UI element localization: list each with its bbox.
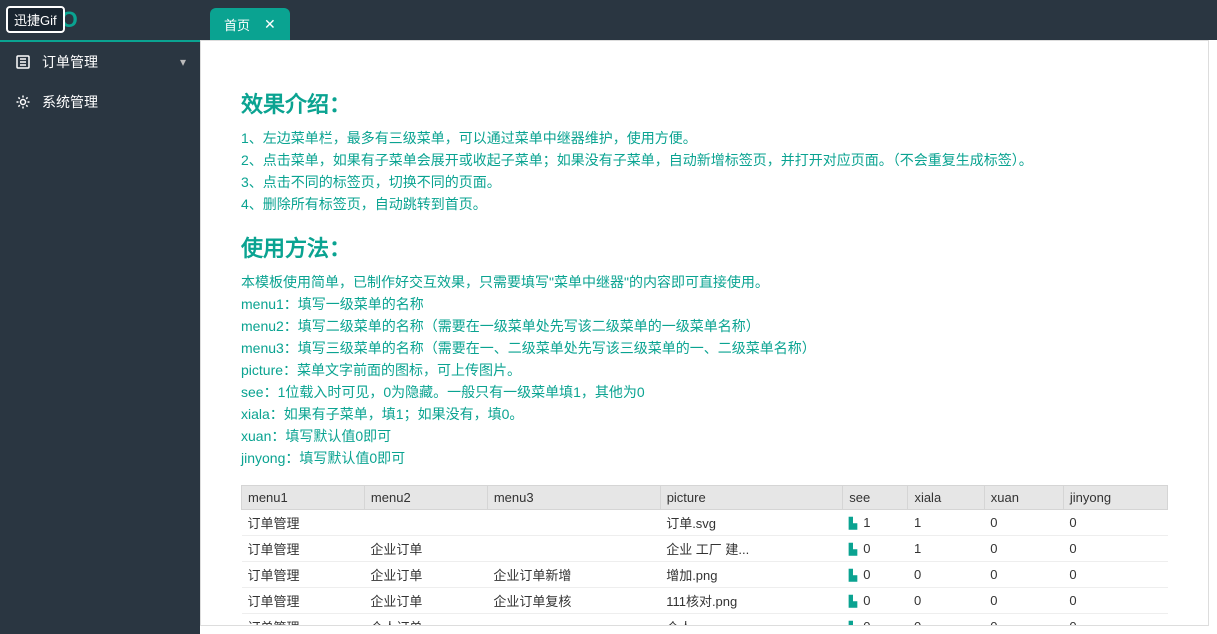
cell-jinyong: 0 <box>1063 562 1167 588</box>
usage-line: see：1位载入时可见，0为隐藏。一般只有一级菜单填1，其他为0 <box>241 381 1168 403</box>
usage-line: 本模板使用简单，已制作好交互效果，只需要填写"菜单中继器"的内容即可直接使用。 <box>241 271 1168 293</box>
menu-config-table: menu1 menu2 menu3 picture see xiala xuan… <box>241 485 1168 626</box>
tab-label: 首页 <box>224 15 250 34</box>
cell-menu3 <box>487 536 660 562</box>
content-area: 效果介绍： 1、左边菜单栏，最多有三级菜单，可以通过菜单中继器维护，使用方便。 … <box>200 40 1209 626</box>
cell-see: ▙0 <box>843 588 908 614</box>
usage-line: jinyong：填写默认值0即可 <box>241 447 1168 469</box>
cell-menu1: 订单管理 <box>242 614 365 627</box>
usage-line: menu2：填写二级菜单的名称（需要在一级菜单处先写该二级菜单的一级菜单名称） <box>241 315 1168 337</box>
effect-lines: 1、左边菜单栏，最多有三级菜单，可以通过菜单中继器维护，使用方便。 2、点击菜单… <box>241 127 1168 215</box>
effect-title: 效果介绍： <box>241 87 1168 119</box>
effect-line: 4、删除所有标签页，自动跳转到首页。 <box>241 193 1168 215</box>
cell-xiala: 0 <box>908 588 984 614</box>
cell-xiala: 1 <box>908 510 984 536</box>
table-row: 订单管理企业订单企业 工厂 建...▙0100 <box>242 536 1168 562</box>
topbar: LOGO 首页 ✕ <box>0 0 1217 40</box>
table-row: 订单管理企业订单企业订单复核111核对.png▙0000 <box>242 588 1168 614</box>
tab-home[interactable]: 首页 ✕ <box>210 8 290 40</box>
usage-lines: 本模板使用简单，已制作好交互效果，只需要填写"菜单中继器"的内容即可直接使用。 … <box>241 271 1168 469</box>
image-icon: ▙ <box>849 595 857 608</box>
cell-menu3 <box>487 614 660 627</box>
th-menu3: menu3 <box>487 486 660 510</box>
cell-jinyong: 0 <box>1063 536 1167 562</box>
cell-menu1: 订单管理 <box>242 510 365 536</box>
usage-line: xiala：如果有子菜单，填1；如果没有，填0。 <box>241 403 1168 425</box>
cell-menu1: 订单管理 <box>242 588 365 614</box>
sidebar-item-system[interactable]: 系统管理 <box>0 82 200 122</box>
gear-icon <box>14 93 32 111</box>
usage-line: picture：菜单文字前面的图标，可上传图片。 <box>241 359 1168 381</box>
cell-jinyong: 0 <box>1063 614 1167 627</box>
image-icon: ▙ <box>849 621 857 626</box>
usage-title: 使用方法： <box>241 231 1168 263</box>
table-row: 订单管理订单.svg▙1100 <box>242 510 1168 536</box>
cell-picture: 订单.svg <box>660 510 843 536</box>
cell-picture: 增加.png <box>660 562 843 588</box>
cell-menu3: 企业订单新增 <box>487 562 660 588</box>
cell-jinyong: 0 <box>1063 510 1167 536</box>
cell-menu2: 企业订单 <box>364 536 487 562</box>
cell-menu1: 订单管理 <box>242 562 365 588</box>
cell-menu2: 企业订单 <box>364 588 487 614</box>
list-icon <box>14 53 32 71</box>
cell-xuan: 0 <box>984 614 1063 627</box>
tabs-bar: 首页 ✕ <box>200 0 1217 40</box>
th-xuan: xuan <box>984 486 1063 510</box>
cell-picture: 个人.png <box>660 614 843 627</box>
cell-xuan: 0 <box>984 588 1063 614</box>
th-picture: picture <box>660 486 843 510</box>
effect-line: 1、左边菜单栏，最多有三级菜单，可以通过菜单中继器维护，使用方便。 <box>241 127 1168 149</box>
image-icon: ▙ <box>849 543 857 556</box>
cell-xiala: 0 <box>908 614 984 627</box>
table-row: 订单管理企业订单企业订单新增增加.png▙0000 <box>242 562 1168 588</box>
usage-line: menu1：填写一级菜单的名称 <box>241 293 1168 315</box>
sidebar-item-orders[interactable]: 订单管理 ▾ <box>0 42 200 82</box>
cell-see: ▙1 <box>843 510 908 536</box>
image-icon: ▙ <box>849 569 857 582</box>
cell-picture: 111核对.png <box>660 588 843 614</box>
table-row: 订单管理个人订单个人.png▙0000 <box>242 614 1168 627</box>
cell-jinyong: 0 <box>1063 588 1167 614</box>
th-menu2: menu2 <box>364 486 487 510</box>
cell-picture: 企业 工厂 建... <box>660 536 843 562</box>
image-icon: ▙ <box>849 517 857 530</box>
cell-menu3: 企业订单复核 <box>487 588 660 614</box>
sidebar-item-label: 订单管理 <box>42 52 98 72</box>
usage-line: xuan：填写默认值0即可 <box>241 425 1168 447</box>
cell-xiala: 1 <box>908 536 984 562</box>
cell-see: ▙0 <box>843 614 908 627</box>
th-xiala: xiala <box>908 486 984 510</box>
cell-menu1: 订单管理 <box>242 536 365 562</box>
th-see: see <box>843 486 908 510</box>
sidebar: 订单管理 ▾ 系统管理 <box>0 42 200 634</box>
chevron-down-icon: ▾ <box>180 55 186 69</box>
tab-close-icon[interactable]: ✕ <box>264 16 276 33</box>
sidebar-item-label: 系统管理 <box>42 92 98 112</box>
cell-see: ▙0 <box>843 536 908 562</box>
table-header-row: menu1 menu2 menu3 picture see xiala xuan… <box>242 486 1168 510</box>
watermark-badge: 迅捷Gif <box>6 6 65 33</box>
th-jinyong: jinyong <box>1063 486 1167 510</box>
cell-xuan: 0 <box>984 536 1063 562</box>
effect-line: 3、点击不同的标签页，切换不同的页面。 <box>241 171 1168 193</box>
cell-menu2 <box>364 510 487 536</box>
cell-xuan: 0 <box>984 562 1063 588</box>
cell-menu2: 个人订单 <box>364 614 487 627</box>
cell-xiala: 0 <box>908 562 984 588</box>
usage-line: menu3：填写三级菜单的名称（需要在一、二级菜单处先写该三级菜单的一、二级菜单… <box>241 337 1168 359</box>
cell-see: ▙0 <box>843 562 908 588</box>
effect-line: 2、点击菜单，如果有子菜单会展开或收起子菜单；如果没有子菜单，自动新增标签页，并… <box>241 149 1168 171</box>
cell-menu3 <box>487 510 660 536</box>
cell-xuan: 0 <box>984 510 1063 536</box>
cell-menu2: 企业订单 <box>364 562 487 588</box>
th-menu1: menu1 <box>242 486 365 510</box>
